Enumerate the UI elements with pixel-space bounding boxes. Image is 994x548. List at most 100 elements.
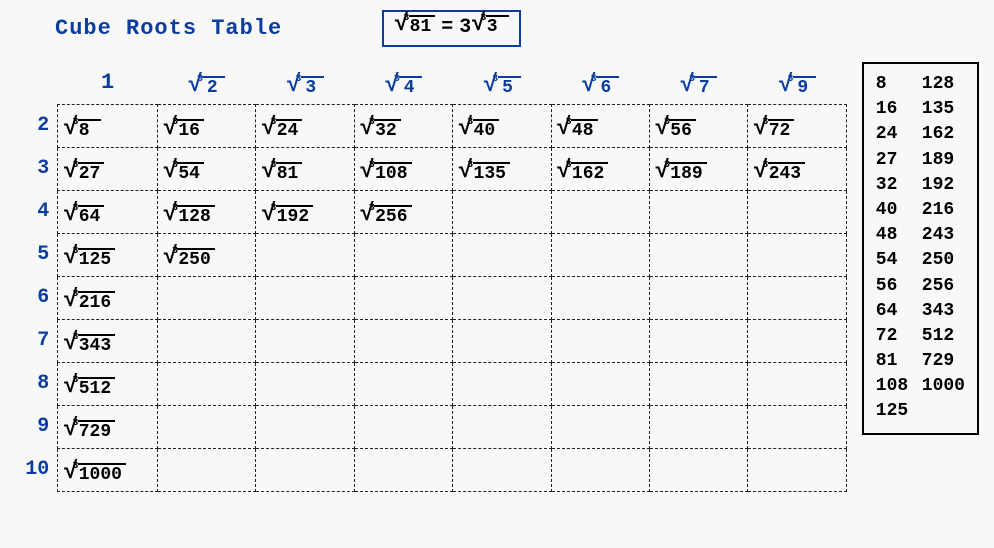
cuberoot-icon: 3√162 [557, 162, 609, 186]
table-cell: 3√48 [551, 104, 649, 147]
table-cell [453, 233, 551, 276]
cuberoot-icon: 3√32 [360, 119, 401, 143]
column-header: 3√2 [157, 62, 255, 104]
cube-roots-table: 13√2 3√3 3√4 3√5 3√6 3√7 3√9 23√8 3√16 3√24 3√32 3… [15, 62, 847, 492]
table-cell: 3√1000 [58, 448, 158, 491]
cuberoot-icon: 3√3 [286, 76, 323, 100]
table-cell: 3√216 [58, 276, 158, 319]
table-row: 33√273√543√813√1083√1353√1623√1893√243 [15, 147, 846, 190]
table-cell [354, 405, 452, 448]
column-header: 3√3 [256, 62, 354, 104]
example-formula: 3√81 = 3 3√3 [382, 10, 520, 47]
table-cell [453, 276, 551, 319]
table-cell [256, 448, 354, 491]
table-cell [157, 448, 255, 491]
table-cell: 3√64 [58, 190, 158, 233]
table-cell [748, 233, 847, 276]
table-cell: 3√40 [453, 104, 551, 147]
table-cell: 3√343 [58, 319, 158, 362]
column-header: 3√4 [354, 62, 452, 104]
row-header: 6 [15, 276, 58, 319]
table-cell [748, 190, 847, 233]
table-cell [551, 190, 649, 233]
table-cell [157, 362, 255, 405]
reference-pair: 32192 [876, 173, 965, 198]
column-header: 3√7 [649, 62, 747, 104]
table-cell: 3√27 [58, 147, 158, 190]
table-cell [649, 448, 747, 491]
table-row: 103√1000 [15, 448, 846, 491]
row-header: 2 [15, 104, 58, 147]
reference-pair: 24162 [876, 122, 965, 147]
cuberoot-icon: 3√8 [63, 119, 100, 143]
table-cell [453, 448, 551, 491]
column-header: 3√6 [551, 62, 649, 104]
table-row: 83√512 [15, 362, 846, 405]
table-cell [649, 276, 747, 319]
cuberoot-icon: 3√48 [557, 119, 598, 143]
row-header: 3 [15, 147, 58, 190]
cuberoot-icon: 3√24 [261, 119, 302, 143]
table-cell: 3√256 [354, 190, 452, 233]
cuberoot-icon: 3√16 [163, 119, 204, 143]
table-cell: 3√128 [157, 190, 255, 233]
table-cell [551, 405, 649, 448]
table-cell [649, 405, 747, 448]
cuberoot-icon: 3√3 [471, 15, 508, 39]
column-header: 3√9 [748, 62, 847, 104]
reference-pair: 1081000 [876, 374, 965, 399]
cuberoot-icon: 3√5 [483, 76, 520, 100]
table-cell: 3√162 [551, 147, 649, 190]
table-cell [748, 319, 847, 362]
cuberoot-icon: 3√7 [680, 76, 717, 100]
table-cell [256, 319, 354, 362]
table-cell [453, 190, 551, 233]
table-row: 23√83√163√243√323√403√483√563√72 [15, 104, 846, 147]
cuberoot-icon: 3√128 [163, 205, 215, 229]
cuberoot-icon: 3√343 [63, 334, 115, 358]
column-header: 1 [58, 62, 158, 104]
table-cell [649, 319, 747, 362]
cuberoot-icon: 3√729 [63, 420, 115, 444]
table-cell: 3√24 [256, 104, 354, 147]
table-cell [256, 276, 354, 319]
table-cell [354, 233, 452, 276]
reference-pair: 48243 [876, 223, 965, 248]
table-cell [551, 448, 649, 491]
table-cell [157, 405, 255, 448]
table-cell [551, 233, 649, 276]
table-cell: 3√512 [58, 362, 158, 405]
table-cell: 3√189 [649, 147, 747, 190]
cuberoot-icon: 3√1000 [63, 463, 126, 487]
table-row: 53√1253√250 [15, 233, 846, 276]
cuberoot-icon: 3√250 [163, 248, 215, 272]
row-header: 9 [15, 405, 58, 448]
row-header: 4 [15, 190, 58, 233]
table-cell [256, 362, 354, 405]
cuberoot-icon: 3√125 [63, 248, 115, 272]
table-cell [748, 405, 847, 448]
table-cell [354, 448, 452, 491]
reference-pair: 27189 [876, 148, 965, 173]
table-cell: 3√729 [58, 405, 158, 448]
table-cell [453, 319, 551, 362]
table-cell: 3√125 [58, 233, 158, 276]
table-cell [748, 276, 847, 319]
page-title: Cube Roots Table [55, 16, 282, 41]
table-cell: 3√72 [748, 104, 847, 147]
table-cell [453, 362, 551, 405]
table-row: 93√729 [15, 405, 846, 448]
cuberoot-icon: 3√40 [458, 119, 499, 143]
table-cell [649, 362, 747, 405]
table-cell: 3√250 [157, 233, 255, 276]
cuberoot-icon: 3√216 [63, 291, 115, 315]
cuberoot-icon: 3√64 [63, 205, 104, 229]
row-header: 7 [15, 319, 58, 362]
table-cell [551, 276, 649, 319]
reference-pair: 8128 [876, 72, 965, 97]
table-cell: 3√16 [157, 104, 255, 147]
table-cell: 3√243 [748, 147, 847, 190]
table-cell [748, 362, 847, 405]
reference-pair: 64343 [876, 299, 965, 324]
cuberoot-icon: 3√81 [394, 15, 435, 39]
